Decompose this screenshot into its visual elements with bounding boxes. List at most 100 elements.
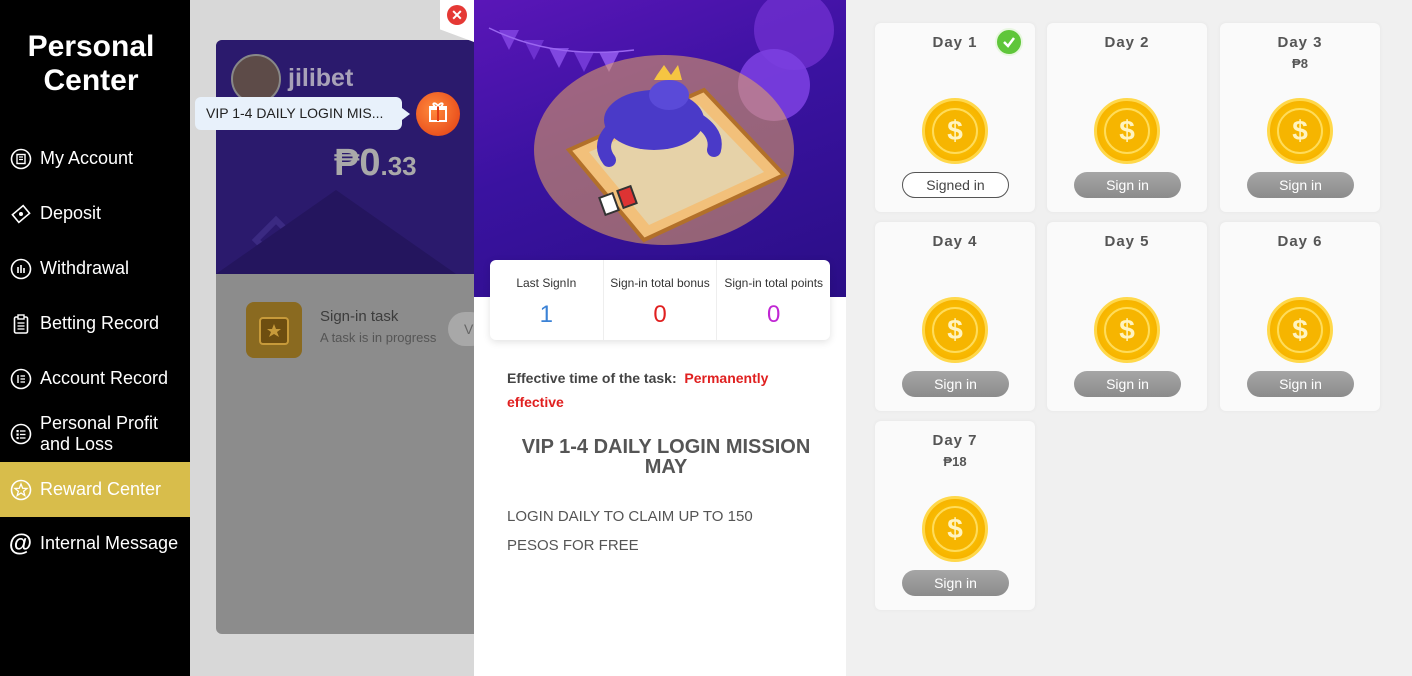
- stat-label: Sign-in total points: [724, 276, 824, 290]
- balance: ₱0.33: [334, 142, 417, 185]
- coin-symbol: $: [1104, 307, 1150, 353]
- sign-in-task-subtitle: A task is in progress: [320, 330, 437, 345]
- stat-total-points: Sign-in total points 0: [717, 260, 830, 340]
- calendar-icon: [246, 302, 302, 358]
- coin-symbol: $: [932, 108, 978, 154]
- coin-icon: $: [922, 98, 988, 164]
- balance-main: ₱0: [334, 142, 381, 184]
- withdrawal-icon: [9, 257, 32, 280]
- deposit-icon: [9, 202, 32, 225]
- mission-title: VIP 1-4 DAILY LOGIN MISSION MAY: [504, 437, 828, 477]
- day-card-1: Day 1 $ Signed in: [875, 23, 1035, 212]
- coin-symbol: $: [1277, 307, 1323, 353]
- stat-value: 1: [539, 301, 554, 328]
- coin-icon: $: [922, 297, 988, 363]
- stat-last-signin: Last SignIn 1: [490, 260, 604, 340]
- sign-in-button[interactable]: Sign in: [1074, 172, 1181, 198]
- coin-icon: $: [1094, 297, 1160, 363]
- sidebar-item-label: Withdrawal: [40, 258, 130, 278]
- sidebar-item-label: Deposit: [40, 203, 102, 223]
- day-title: Day 7: [932, 432, 978, 449]
- sidebar-title-line1: Personal: [27, 30, 155, 63]
- stat-label: Last SignIn: [516, 276, 577, 290]
- list-icon: [9, 422, 32, 445]
- sidebar-item-my-account[interactable]: My Account: [0, 131, 190, 186]
- stat-total-bonus: Sign-in total bonus 0: [604, 260, 718, 340]
- day-title: Day 4: [932, 233, 978, 250]
- sidebar: Personal Center My Account Deposit Withd…: [0, 0, 190, 676]
- coin-icon: $: [922, 496, 988, 562]
- day-card-3: Day 3 ₱8 $ Sign in: [1220, 23, 1380, 212]
- day-card-2: Day 2 $ Sign in: [1047, 23, 1207, 212]
- day-card-4: Day 4 $ Sign in: [875, 222, 1035, 411]
- mission-description: LOGIN DAILY TO CLAIM UP TO 150 PESOS FOR…: [507, 502, 797, 560]
- sign-in-task-title: Sign-in task: [320, 308, 399, 325]
- day-reward: ₱18: [943, 454, 967, 469]
- sidebar-title: Personal Center: [0, 30, 182, 98]
- mission-banner-image: [474, 0, 846, 297]
- sign-in-button[interactable]: Sign in: [902, 570, 1009, 596]
- sidebar-title-line2: Center: [43, 64, 139, 97]
- sidebar-item-reward-center[interactable]: Reward Center: [0, 462, 190, 517]
- day-title: Day 3: [1277, 34, 1323, 51]
- day-title: Day 6: [1277, 233, 1323, 250]
- gift-icon: [426, 100, 450, 129]
- mission-tooltip[interactable]: VIP 1-4 DAILY LOGIN MIS...: [195, 97, 410, 130]
- stat-value: 0: [767, 301, 781, 328]
- coin-icon: $: [1267, 98, 1333, 164]
- gift-button[interactable]: [416, 92, 460, 136]
- sign-in-button[interactable]: Sign in: [902, 371, 1009, 397]
- balance-decimal: .33: [380, 151, 417, 181]
- sign-in-button[interactable]: Sign in: [1247, 371, 1354, 397]
- coin-symbol: $: [932, 307, 978, 353]
- sidebar-item-betting-record[interactable]: Betting Record: [0, 296, 190, 351]
- sign-in-button[interactable]: Sign in: [1247, 172, 1354, 198]
- sidebar-item-label: Internal Message: [40, 533, 179, 553]
- sidebar-item-account-record[interactable]: Account Record: [0, 351, 190, 406]
- at-icon: @: [8, 529, 33, 557]
- mission-panel: Last SignIn 1 Sign-in total bonus 0 Sign…: [474, 0, 846, 676]
- sidebar-item-withdrawal[interactable]: Withdrawal: [0, 241, 190, 296]
- sign-in-button[interactable]: Sign in: [1074, 371, 1181, 397]
- stat-label: Sign-in total bonus: [610, 276, 710, 290]
- background-card-header: jilibet ₱0.33: [216, 40, 506, 274]
- coin-icon: $: [1094, 98, 1160, 164]
- star-icon: [9, 478, 32, 501]
- close-button[interactable]: ✕: [447, 5, 467, 25]
- mission-title-line1: VIP 1-4 DAILY LOGIN MISSION: [521, 436, 811, 458]
- day-card-7: Day 7 ₱18 $ Sign in: [875, 421, 1035, 610]
- banner-illustration: [488, 0, 834, 245]
- day-title: Day 2: [1104, 34, 1150, 51]
- close-icon: ✕: [451, 6, 463, 23]
- sidebar-item-internal-message[interactable]: @ Internal Message: [0, 516, 190, 571]
- mission-description-line1: LOGIN DAILY TO CLAIM UP TO 150: [507, 508, 753, 525]
- sidebar-item-label: My Account: [40, 148, 134, 168]
- daily-sign-in-grid: Day 1 $ Signed in Day 2 $ Sign in Day 3 …: [846, 0, 1412, 676]
- mission-title-line2: MAY: [644, 456, 688, 478]
- account-icon: [9, 147, 32, 170]
- coin-symbol: $: [932, 506, 978, 552]
- sidebar-item-deposit[interactable]: Deposit: [0, 186, 190, 241]
- day-title: Day 5: [1104, 233, 1150, 250]
- effective-time: Effective time of the task: Permanently …: [507, 366, 827, 414]
- day-card-5: Day 5 $ Sign in: [1047, 222, 1207, 411]
- day-reward: ₱8: [1292, 56, 1308, 71]
- signed-in-button[interactable]: Signed in: [902, 172, 1009, 198]
- clipboard-icon: [9, 312, 32, 335]
- effective-time-label: Effective time of the task:: [507, 370, 677, 386]
- coin-icon: $: [1267, 297, 1333, 363]
- coin-symbol: $: [1277, 108, 1323, 154]
- sidebar-item-label: Personal Profit and Loss: [40, 413, 158, 455]
- username: jilibet: [288, 64, 354, 92]
- mission-description-line2: PESOS FOR FREE: [507, 537, 639, 554]
- sidebar-item-label: Betting Record: [40, 313, 160, 333]
- sidebar-item-label: Account Record: [40, 368, 169, 388]
- sidebar-item-label: Reward Center: [40, 479, 162, 499]
- sidebar-item-personal-profit-and-loss[interactable]: Personal Profit and Loss: [0, 406, 190, 461]
- checkmark-icon: [995, 28, 1023, 56]
- sidebar-item-label-line1: Personal Profit: [40, 412, 159, 433]
- sidebar-item-label-line2: and Loss: [40, 433, 114, 454]
- day-card-6: Day 6 $ Sign in: [1220, 222, 1380, 411]
- record-icon: [9, 367, 32, 390]
- stat-value: 0: [653, 301, 667, 328]
